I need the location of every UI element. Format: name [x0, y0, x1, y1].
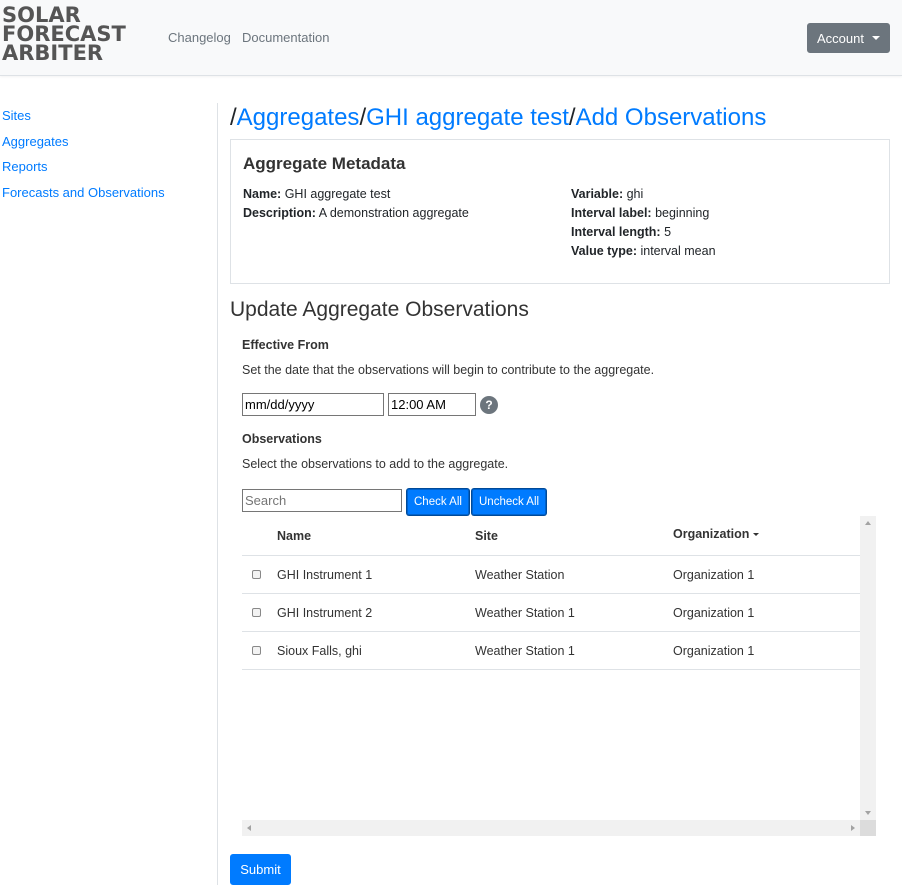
metadata-variable-value: ghi — [626, 187, 644, 201]
sidebar-item-forecasts-observations[interactable]: Forecasts and Observations — [0, 180, 210, 206]
account-label: Account — [817, 30, 864, 46]
observations-table: Name Site Organization GHI Instrument 1 … — [242, 516, 876, 836]
submit-button[interactable]: Submit — [230, 854, 291, 885]
metadata-interval-length-value: 5 — [664, 225, 672, 239]
metadata-interval-label-label: Interval label: — [571, 206, 652, 220]
table-row: GHI Instrument 1 Weather Station Organiz… — [242, 556, 860, 594]
table-row: GHI Instrument 2 Weather Station 1 Organ… — [242, 594, 860, 632]
observations-help-text: Select the observations to add to the ag… — [242, 457, 509, 471]
aggregate-metadata-card: Aggregate Metadata Name: GHI aggregate t… — [230, 139, 890, 284]
metadata-variable: Variable: ghi — [571, 185, 716, 204]
scroll-right-icon[interactable] — [851, 825, 855, 831]
sidebar-item-aggregates[interactable]: Aggregates — [0, 129, 210, 155]
metadata-name-label: Name: — [243, 187, 282, 201]
column-header-name[interactable]: Name — [277, 529, 311, 543]
metadata-value-type-value: interval mean — [640, 244, 716, 258]
observation-site: Weather Station — [475, 568, 565, 582]
scroll-up-icon[interactable] — [865, 521, 871, 525]
breadcrumb: /Aggregates/GHI aggregate test/Add Obser… — [230, 100, 890, 136]
metadata-description-value: A demonstration aggregate — [318, 206, 469, 220]
metadata-title: Aggregate Metadata — [243, 154, 406, 173]
observation-site: Weather Station 1 — [475, 606, 575, 620]
metadata-name: Name: GHI aggregate test — [243, 185, 469, 204]
observation-name-link[interactable]: GHI Instrument 1 — [277, 568, 372, 582]
table-header: Name Site Organization — [242, 516, 860, 556]
effective-date-input[interactable] — [242, 393, 384, 416]
column-header-site[interactable]: Site — [475, 529, 498, 543]
scroll-down-icon[interactable] — [865, 811, 871, 815]
effective-from-help-text: Set the date that the observations will … — [242, 363, 655, 377]
brand-logo[interactable]: SOLAR FORECAST ARBITER — [2, 5, 142, 65]
effective-from-label: Effective From — [242, 338, 329, 352]
brand-line-3: ARBITER — [2, 41, 104, 65]
metadata-left-column: Name: GHI aggregate test Description: A … — [243, 185, 469, 223]
metadata-interval-label: Interval label: beginning — [571, 204, 716, 223]
check-all-button[interactable]: Check All — [407, 489, 469, 515]
nav-documentation-link[interactable]: Documentation — [242, 30, 329, 45]
metadata-description-label: Description: — [243, 206, 316, 220]
sort-desc-icon — [753, 533, 760, 537]
metadata-interval-length: Interval length: 5 — [571, 223, 716, 242]
metadata-value-type: Value type: interval mean — [571, 242, 716, 261]
metadata-variable-label: Variable: — [571, 187, 624, 201]
column-header-organization[interactable]: Organization — [673, 527, 760, 541]
row-checkbox[interactable] — [252, 570, 261, 579]
sidebar-divider — [217, 103, 218, 885]
sidebar: Sites Aggregates Reports Forecasts and O… — [0, 103, 210, 205]
breadcrumb-aggregate-link[interactable]: GHI aggregate test — [366, 104, 569, 131]
row-checkbox[interactable] — [252, 608, 261, 617]
observation-name-link[interactable]: GHI Instrument 2 — [277, 606, 372, 620]
sidebar-item-reports[interactable]: Reports — [0, 154, 210, 180]
effective-time-input[interactable] — [388, 393, 476, 416]
help-icon[interactable]: ? — [480, 396, 498, 414]
account-dropdown-button[interactable]: Account — [807, 23, 890, 53]
breadcrumb-aggregates-link[interactable]: Aggregates — [237, 104, 360, 131]
main-content: /Aggregates/GHI aggregate test/Add Obser… — [230, 100, 890, 885]
uncheck-all-button[interactable]: Uncheck All — [472, 489, 547, 515]
metadata-value-type-label: Value type: — [571, 244, 637, 258]
observation-search-input[interactable] — [242, 489, 402, 512]
observation-organization: Organization 1 — [673, 606, 755, 620]
observation-organization: Organization 1 — [673, 568, 755, 582]
observation-organization: Organization 1 — [673, 644, 755, 658]
sidebar-item-sites[interactable]: Sites — [0, 103, 210, 129]
observation-site: Weather Station 1 — [475, 644, 575, 658]
observation-name-link[interactable]: Sioux Falls, ghi — [277, 644, 362, 658]
breadcrumb-separator: / — [230, 104, 237, 131]
observations-label: Observations — [242, 432, 322, 446]
column-header-organization-label: Organization — [673, 527, 750, 541]
top-navbar: SOLAR FORECAST ARBITER Changelog Documen… — [0, 0, 902, 76]
metadata-description: Description: A demonstration aggregate — [243, 204, 469, 223]
scrollbar-corner — [860, 820, 876, 836]
metadata-interval-label-value: beginning — [655, 206, 710, 220]
table-row: Sioux Falls, ghi Weather Station 1 Organ… — [242, 632, 860, 670]
breadcrumb-separator: / — [568, 104, 576, 131]
row-checkbox[interactable] — [252, 646, 261, 655]
scroll-left-icon[interactable] — [247, 825, 251, 831]
metadata-interval-length-label: Interval length: — [571, 225, 661, 239]
nav-changelog-link[interactable]: Changelog — [168, 30, 231, 45]
caret-down-icon — [871, 36, 880, 40]
vertical-scrollbar[interactable] — [860, 516, 876, 820]
horizontal-scrollbar[interactable] — [242, 820, 876, 836]
metadata-name-value: GHI aggregate test — [284, 187, 391, 201]
update-observations-heading: Update Aggregate Observations — [230, 298, 529, 321]
breadcrumb-current-link[interactable]: Add Observations — [576, 104, 767, 131]
metadata-right-column: Variable: ghi Interval label: beginning … — [571, 185, 716, 261]
